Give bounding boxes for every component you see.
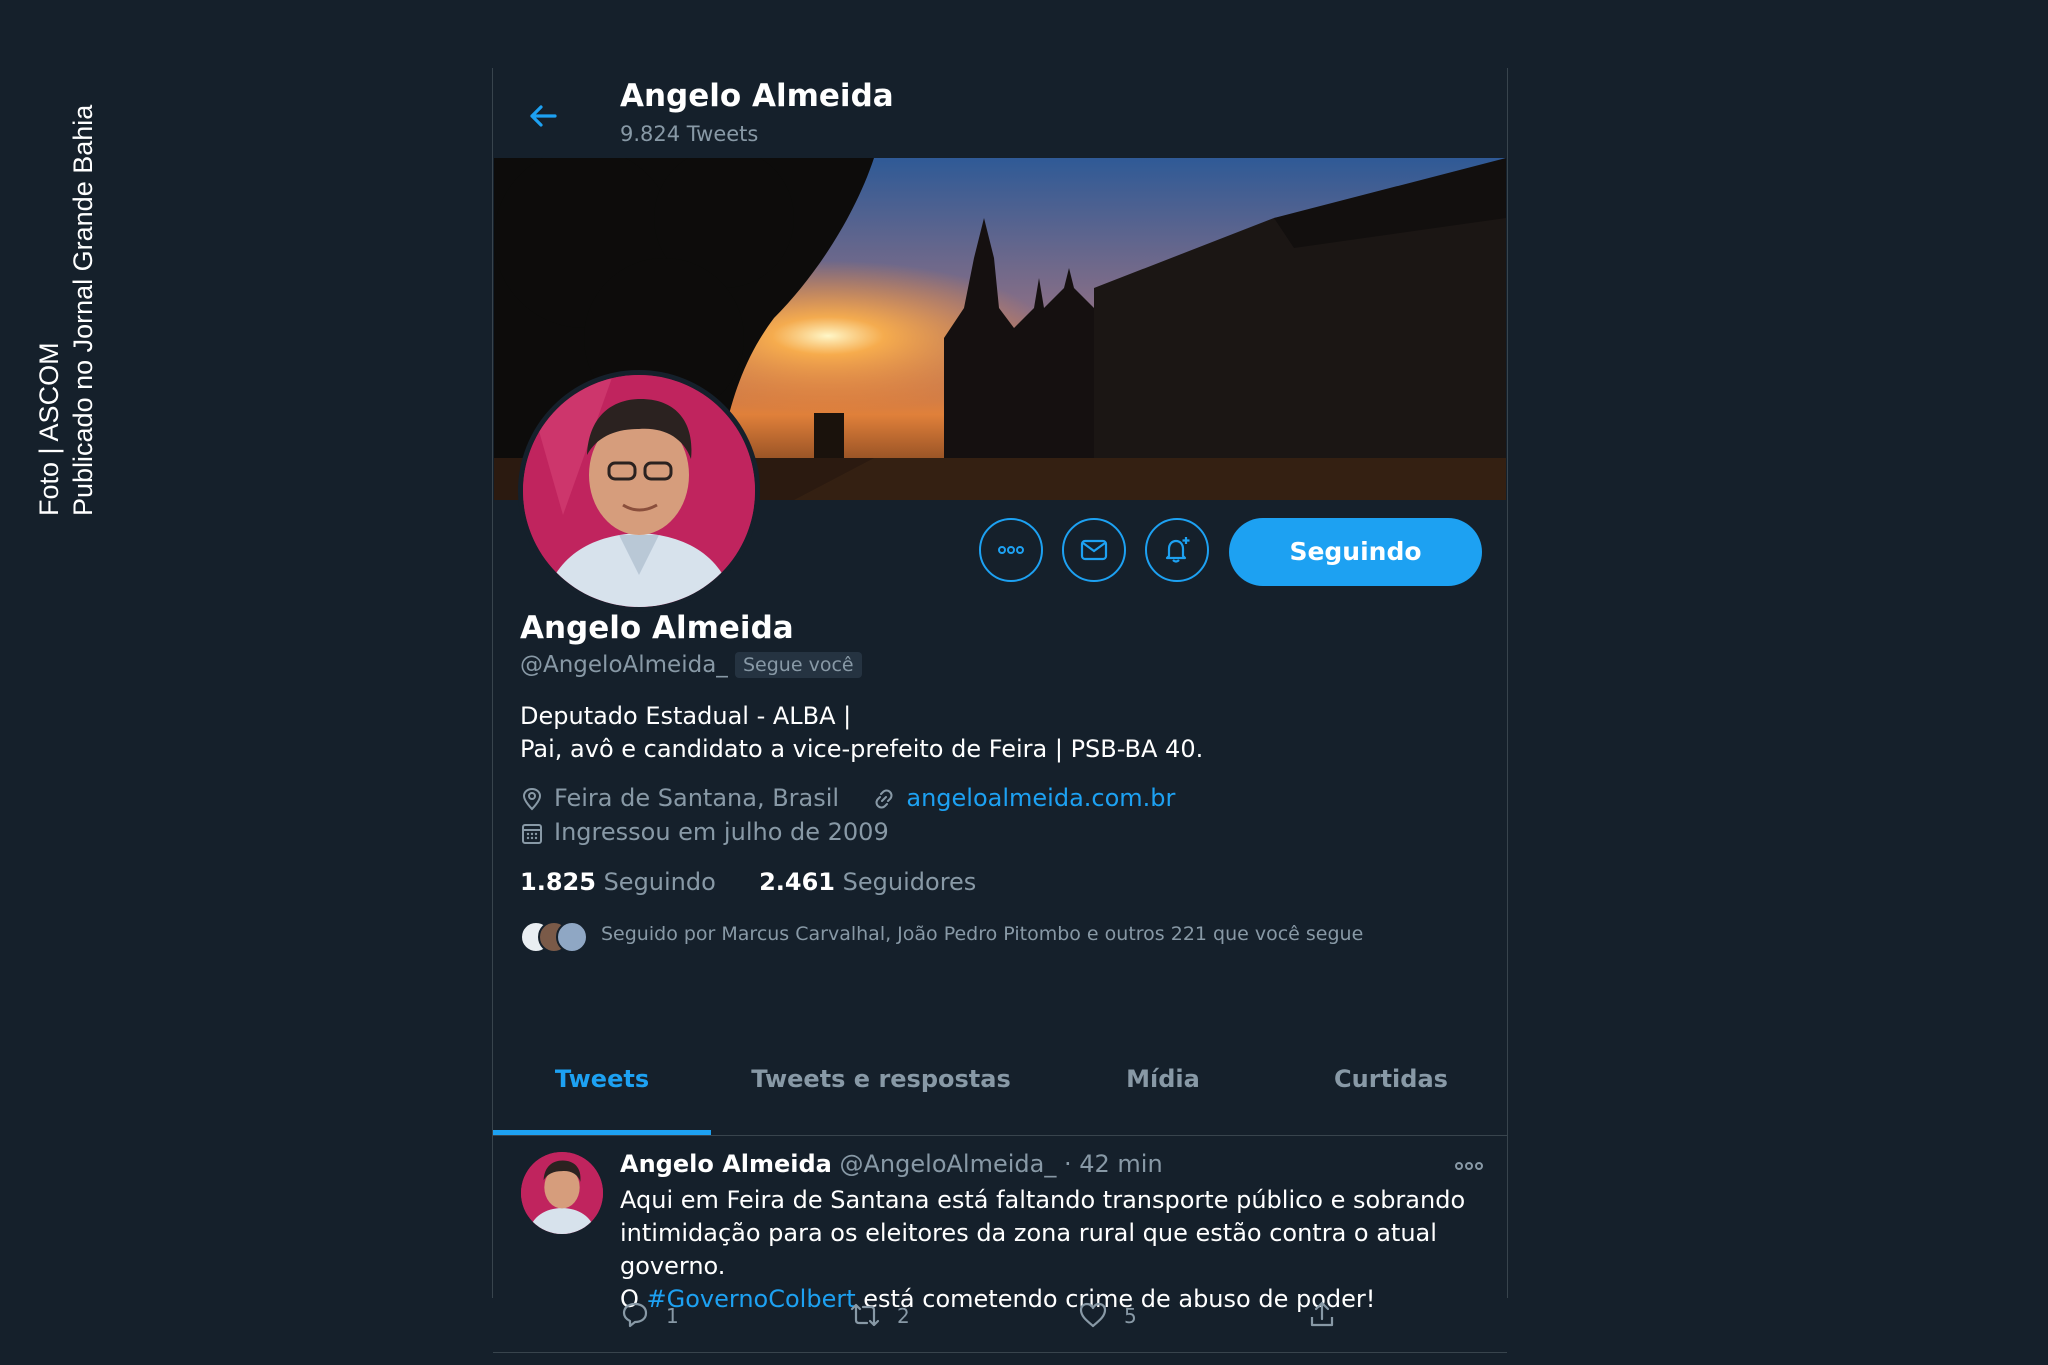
follower-avatar-3: [556, 921, 588, 953]
tab-tweets-and-replies[interactable]: Tweets e respostas: [711, 1023, 1051, 1135]
following-count: 1.825: [520, 868, 596, 896]
reply-icon: [622, 1302, 648, 1328]
caption-publication: Publicado no Jornal Grande Bahia: [68, 104, 98, 516]
tweet-author-avatar[interactable]: [521, 1152, 603, 1234]
profile-joined-date: Ingressou em julho de 2009: [554, 818, 889, 846]
tweet-text-line-1: Aqui em Feira de Santana está faltando t…: [620, 1186, 1466, 1214]
bell-plus-icon: [1165, 537, 1190, 563]
back-button[interactable]: [523, 96, 563, 136]
profile-handle: @AngeloAlmeida_: [520, 652, 728, 678]
tweet-handle-time: @AngeloAlmeida_ · 42 min: [839, 1150, 1163, 1178]
location-pin-icon: [522, 787, 542, 811]
bio-line-1: Deputado Estadual - ALBA |: [520, 702, 852, 730]
more-options-button[interactable]: [979, 518, 1043, 582]
profile-meta-row: Feira de Santana, Brasil angeloalmeida.c…: [520, 784, 1175, 812]
profile-location: Feira de Santana, Brasil: [554, 784, 840, 812]
tab-media[interactable]: Mídia: [1051, 1023, 1275, 1135]
link-icon: [875, 789, 893, 809]
tweet-author-name[interactable]: Angelo Almeida: [620, 1150, 832, 1178]
share-button[interactable]: [1307, 1300, 1353, 1332]
message-button[interactable]: [1062, 518, 1126, 582]
tweet-text-line-2: intimidação para os eleitores da zona ru…: [620, 1219, 1437, 1280]
notifications-button[interactable]: [1145, 518, 1209, 582]
more-dots-icon: [998, 546, 1024, 554]
tab-likes[interactable]: Curtidas: [1275, 1023, 1507, 1135]
heart-icon: [1079, 1302, 1107, 1328]
more-dots-icon: [1455, 1162, 1483, 1170]
follows-you-badge: Segue você: [735, 652, 862, 678]
profile-tabs: Tweets Tweets e respostas Mídia Curtidas: [493, 1023, 1507, 1136]
followed-by-text: Seguido por Marcus Carvalhal, João Pedro…: [601, 923, 1364, 945]
profile-joined-row: Ingressou em julho de 2009: [520, 818, 889, 846]
retweet-icon: [850, 1303, 880, 1327]
profile-name: Angelo Almeida: [520, 610, 794, 646]
caption-credit: Foto | ASCOM: [34, 342, 64, 516]
share-icon: [1310, 1301, 1334, 1327]
bio-line-2: Pai, avô e candidato a vice-prefeito de …: [520, 735, 1204, 763]
followers-stat[interactable]: 2.461 Seguidores: [759, 868, 976, 896]
following-label: Seguindo: [603, 868, 716, 896]
tweet-text: Aqui em Feira de Santana está faltando t…: [620, 1184, 1500, 1316]
reply-button[interactable]: 1: [620, 1300, 679, 1332]
like-count: 5: [1124, 1304, 1137, 1328]
twitter-profile-panel: Angelo Almeida 9.824 Tweets Seguindo Ang…: [492, 68, 1508, 1353]
profile-header-bar: Angelo Almeida 9.824 Tweets: [493, 68, 1507, 158]
calendar-icon: [522, 824, 542, 844]
like-button[interactable]: 5: [1078, 1300, 1137, 1332]
followers-label: Seguidores: [842, 868, 977, 896]
profile-avatar[interactable]: [518, 370, 760, 612]
arrow-left-icon: [530, 105, 557, 127]
retweet-count: 2: [897, 1304, 910, 1328]
active-tab-indicator: [493, 1130, 711, 1135]
followers-count: 2.461: [759, 868, 836, 896]
reply-count: 1: [666, 1304, 679, 1328]
retweet-button[interactable]: 2: [849, 1300, 910, 1332]
header-name: Angelo Almeida: [620, 78, 894, 114]
profile-website-link[interactable]: angeloalmeida.com.br: [906, 784, 1175, 812]
photo-credit-caption: Foto | ASCOM Publicado no Jornal Grande …: [32, 36, 100, 516]
profile-bio: Deputado Estadual - ALBA | Pai, avô e ca…: [520, 700, 1203, 766]
tweet-header: Angelo Almeida @AngeloAlmeida_ · 42 min: [620, 1150, 1163, 1178]
tweet-more-button[interactable]: [1451, 1158, 1487, 1174]
tab-tweets[interactable]: Tweets: [493, 1023, 711, 1135]
following-stat[interactable]: 1.825 Seguindo: [520, 868, 716, 896]
header-tweet-count: 9.824 Tweets: [620, 122, 759, 146]
mail-icon: [1080, 539, 1108, 561]
tweet-text-line-3: O #GovernoColbert está cometendo crime d…: [620, 1283, 1500, 1316]
tweet-item[interactable]: Angelo Almeida @AngeloAlmeida_ · 42 min …: [493, 1136, 1507, 1353]
following-button[interactable]: Seguindo: [1229, 518, 1482, 586]
follow-stats: 1.825 Seguindo 2.461 Seguidores: [520, 868, 976, 896]
